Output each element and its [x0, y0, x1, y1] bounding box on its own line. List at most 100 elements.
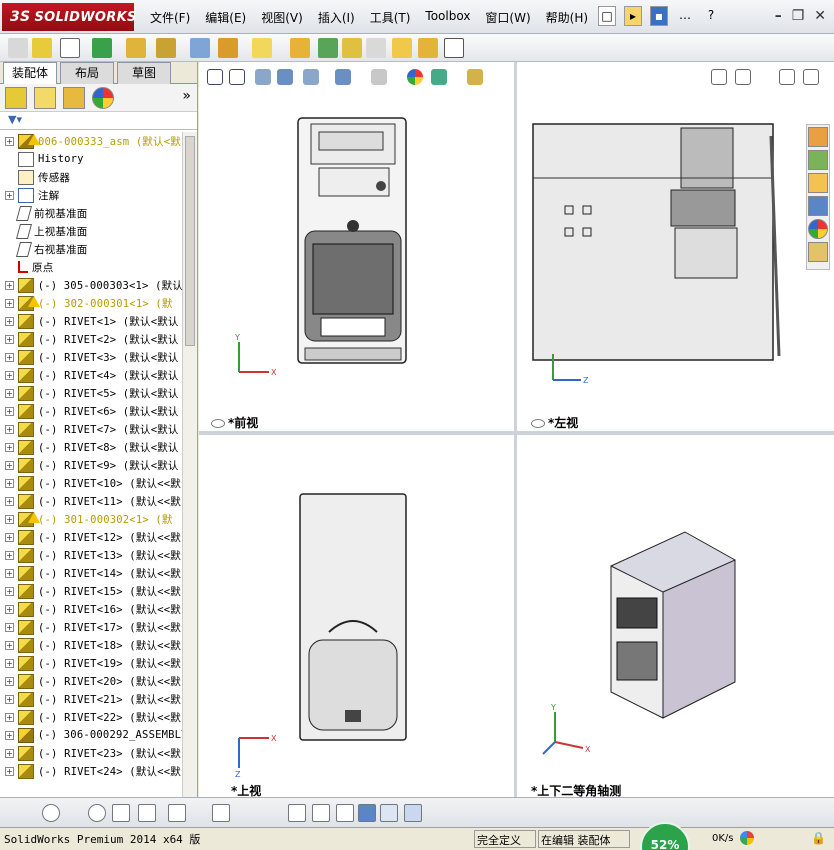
polygon-icon[interactable]: [88, 804, 106, 822]
tree-node[interactable]: + (-) 305-000303<1> (默认: [0, 276, 182, 294]
menu-file[interactable]: 文件(F): [150, 9, 190, 26]
expand-toggle-icon[interactable]: +: [5, 334, 14, 344]
expand-toggle-icon[interactable]: +: [5, 424, 14, 434]
expand-toggle-icon[interactable]: +: [5, 388, 14, 398]
expand-toggle-icon[interactable]: +: [5, 676, 14, 686]
instant3d-icon[interactable]: [418, 38, 438, 58]
expand-toggle-icon[interactable]: +: [5, 730, 14, 740]
tree-node[interactable]: + (-) RIVET<15> (默认<<默: [0, 582, 182, 600]
line-icon[interactable]: [138, 804, 156, 822]
tree-node[interactable]: + (-) RIVET<14> (默认<<默: [0, 564, 182, 582]
new-motion-study-icon[interactable]: [318, 38, 338, 58]
configuration-manager-icon[interactable]: [63, 87, 85, 109]
tree-node[interactable]: + (-) RIVET<7> (默认<默认: [0, 420, 182, 438]
filter-icon[interactable]: ▼▾: [8, 113, 22, 126]
viewport-divider-horizontal[interactable]: [199, 431, 834, 435]
menu-help[interactable]: 帮助(H): [546, 9, 588, 26]
expand-toggle-icon[interactable]: +: [5, 568, 14, 578]
front-view-model[interactable]: [295, 116, 410, 366]
tab-assembly[interactable]: 装配体: [3, 62, 57, 84]
appearances-icon[interactable]: [808, 219, 828, 239]
expand-toggle-icon[interactable]: +: [5, 136, 14, 146]
menu-view[interactable]: 视图(V): [261, 9, 303, 26]
expand-toggle-icon[interactable]: +: [5, 406, 14, 416]
expand-toggle-icon[interactable]: +: [5, 370, 14, 380]
apply-scene-icon[interactable]: [431, 69, 447, 85]
trim-icon[interactable]: [112, 804, 130, 822]
tree-node[interactable]: + (-) RIVET<16> (默认<<默: [0, 600, 182, 618]
expand-toggle-icon[interactable]: +: [5, 604, 14, 614]
single-view-icon[interactable]: [380, 804, 398, 822]
screen-capture-icon[interactable]: [444, 38, 464, 58]
design-library-icon[interactable]: [808, 150, 828, 170]
tree-node[interactable]: + 注解: [0, 186, 182, 204]
zoom-to-area-icon[interactable]: [229, 69, 245, 85]
four-view-icon[interactable]: [404, 804, 422, 822]
tree-node[interactable]: History: [0, 150, 182, 168]
tab-sketch[interactable]: 草图: [117, 62, 171, 84]
expand-toggle-icon[interactable]: +: [5, 514, 14, 524]
insert-component-icon[interactable]: [32, 38, 52, 58]
new-document-icon[interactable]: □: [598, 6, 616, 26]
tree-node[interactable]: + (-) RIVET<18> (默认<<默: [0, 636, 182, 654]
isometric-view-model[interactable]: [603, 512, 743, 722]
assembly-icon[interactable]: [8, 38, 28, 58]
view-palette-icon[interactable]: [808, 196, 828, 216]
tree-node[interactable]: + (-) RIVET<11> (默认<<默: [0, 492, 182, 510]
viewport-restore-icon[interactable]: [779, 69, 795, 85]
move-component-icon[interactable]: [190, 38, 210, 58]
view-orientation-icon[interactable]: [303, 69, 319, 85]
reference-geometry-icon[interactable]: [290, 38, 310, 58]
tree-node[interactable]: + (-) 302-000301<1> (默: [0, 294, 182, 312]
close-icon[interactable]: ✕: [814, 8, 826, 24]
expand-toggle-icon[interactable]: +: [5, 550, 14, 560]
tree-node[interactable]: 传感器: [0, 168, 182, 186]
tree-node[interactable]: + (-) RIVET<20> (默认<<默: [0, 672, 182, 690]
expand-toggle-icon[interactable]: +: [5, 496, 14, 506]
expand-toggle-icon[interactable]: +: [5, 352, 14, 362]
left-view-model[interactable]: [525, 116, 783, 366]
network-monitor-widget[interactable]: 52% 0K/s: [640, 822, 764, 850]
expand-toggle-icon[interactable]: +: [5, 298, 14, 308]
graphics-area[interactable]: Y X Z X Z Y X *前视 *左视 *上视 *上下二等角轴测: [199, 62, 834, 798]
tree-scrollbar[interactable]: [182, 132, 197, 797]
expand-toggle-icon[interactable]: +: [5, 640, 14, 650]
tree-node[interactable]: + (-) RIVET<13> (默认<<默: [0, 546, 182, 564]
expand-toggle-icon[interactable]: +: [5, 280, 14, 290]
angle-icon[interactable]: [336, 804, 354, 822]
tree-node[interactable]: + (-) RIVET<22> (默认<<默: [0, 708, 182, 726]
linear-pattern-icon[interactable]: [126, 38, 146, 58]
tree-node[interactable]: + (-) RIVET<9> (默认<默认: [0, 456, 182, 474]
tree-node[interactable]: 上视基准面: [0, 222, 182, 240]
viewport-close-icon[interactable]: [803, 69, 819, 85]
tree-node[interactable]: +006-000333_asm (默认<默: [0, 132, 182, 150]
tree-node[interactable]: + (-) RIVET<8> (默认<默认: [0, 438, 182, 456]
expand-panel-icon[interactable]: »: [182, 88, 191, 104]
options-icon[interactable]: …: [676, 6, 694, 26]
dimension-icon[interactable]: [288, 804, 306, 822]
expand-toggle-icon[interactable]: +: [5, 190, 14, 200]
restore-icon[interactable]: ❐: [792, 8, 805, 24]
solidworks-logo[interactable]: 3S SOLIDWORKS: [2, 3, 136, 31]
display-manager-icon[interactable]: [92, 87, 114, 109]
tree-node[interactable]: + (-) RIVET<3> (默认<默认: [0, 348, 182, 366]
property-manager-icon[interactable]: [34, 87, 56, 109]
expand-toggle-icon[interactable]: +: [5, 478, 14, 488]
paperclip-icon[interactable]: [60, 38, 80, 58]
viewport-minimize-icon[interactable]: [735, 69, 751, 85]
tree-node[interactable]: + (-) RIVET<2> (默认<默认: [0, 330, 182, 348]
file-explorer-icon[interactable]: [808, 173, 828, 193]
mirror-icon[interactable]: [168, 804, 186, 822]
section-view-icon[interactable]: [277, 69, 293, 85]
top-view-model[interactable]: [295, 482, 410, 744]
interference-detection-icon[interactable]: [392, 38, 412, 58]
feature-tree-icon[interactable]: [5, 87, 27, 109]
expand-toggle-icon[interactable]: +: [5, 622, 14, 632]
menu-insert[interactable]: 插入(I): [318, 9, 355, 26]
tree-node[interactable]: + (-) RIVET<12> (默认<<默: [0, 528, 182, 546]
expand-toggle-icon[interactable]: +: [5, 694, 14, 704]
save-icon[interactable]: ▪: [650, 6, 668, 26]
menu-edit[interactable]: 编辑(E): [205, 9, 246, 26]
minimize-icon[interactable]: –: [775, 8, 782, 24]
hide-show-items-icon[interactable]: [371, 69, 387, 85]
